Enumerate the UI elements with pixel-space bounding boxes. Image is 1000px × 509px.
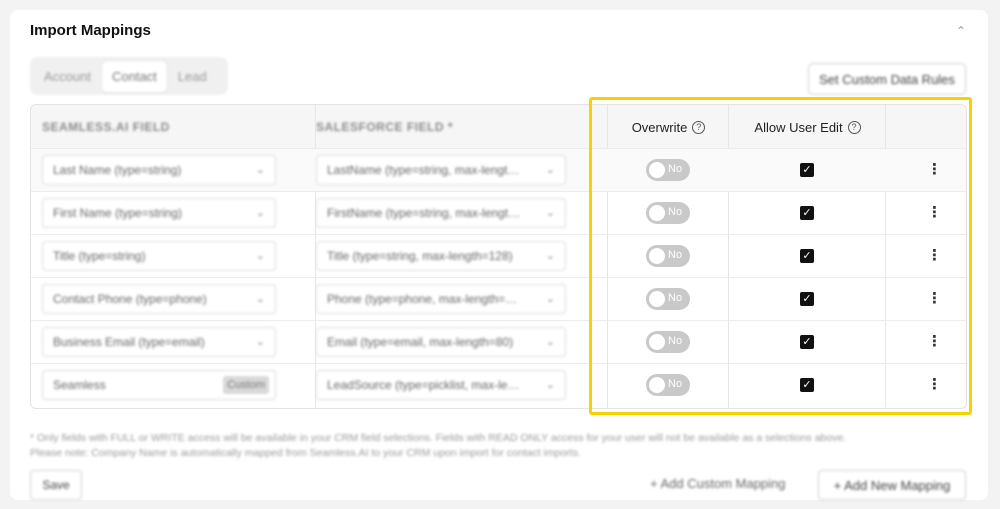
more-options-icon[interactable]: ⋮ — [927, 160, 942, 178]
chevron-down-icon: ⌄ — [545, 379, 555, 391]
chevron-down-icon: ⌄ — [545, 164, 555, 176]
salesforce-field-select[interactable]: Phone (type=phone, max-length=… ⌄ — [316, 284, 566, 314]
help-icon[interactable]: ? — [847, 120, 861, 134]
salesforce-field-select[interactable]: FirstName (type=string, max-lengt… ⌄ — [316, 198, 566, 228]
chevron-down-icon: ⌄ — [545, 250, 555, 262]
allow-edit-checkbox[interactable]: ✓ — [800, 335, 814, 349]
custom-tag: Custom — [223, 376, 269, 394]
seamless-field-select[interactable]: Contact Phone (type=phone) ⌄ — [42, 284, 276, 314]
footnote-line-1: * Only fields with FULL or WRITE access … — [30, 432, 847, 444]
overwrite-toggle[interactable]: No — [646, 245, 690, 267]
more-options-icon[interactable]: ⋮ — [927, 375, 942, 393]
table-header: SEAMLESS.AI FIELD SALESFORCE FIELD * Ove… — [31, 105, 966, 149]
import-mappings-card: Import Mappings ⌃ Account Contact Lead S… — [10, 10, 988, 500]
overwrite-toggle[interactable]: No — [646, 202, 690, 224]
add-new-mapping-button[interactable]: + Add New Mapping — [818, 470, 966, 500]
seamless-custom-field-input[interactable]: Seamless Custom — [42, 370, 276, 400]
chevron-down-icon: ⌄ — [255, 293, 265, 305]
allow-edit-checkbox[interactable]: ✓ — [800, 206, 814, 220]
salesforce-field-select[interactable]: Email (type=email, max-length=80) ⌄ — [316, 327, 566, 357]
more-options-icon[interactable]: ⋮ — [927, 289, 942, 307]
header-salesforce-field: SALESFORCE FIELD * — [316, 120, 454, 134]
overwrite-toggle[interactable]: No — [646, 374, 690, 396]
chevron-down-icon: ⌄ — [255, 207, 265, 219]
salesforce-field-select[interactable]: LeadSource (type=picklist, max-le… ⌄ — [316, 370, 566, 400]
add-custom-mapping-button[interactable]: + Add Custom Mapping — [650, 476, 786, 491]
chevron-down-icon: ⌄ — [545, 207, 555, 219]
object-tabs: Account Contact Lead — [30, 57, 228, 95]
overwrite-toggle[interactable]: No — [646, 159, 690, 181]
more-options-icon[interactable]: ⋮ — [927, 203, 942, 221]
more-options-icon[interactable]: ⋮ — [927, 246, 942, 264]
table-row: Seamless Custom LeadSource (type=picklis… — [31, 364, 966, 407]
table-row: Business Email (type=email) ⌄ Email (type… — [31, 321, 966, 364]
footnote: * Only fields with FULL or WRITE access … — [30, 431, 846, 461]
salesforce-field-select[interactable]: Title (type=string, max-length=128) ⌄ — [316, 241, 566, 271]
set-custom-data-rules-button[interactable]: Set Custom Data Rules — [808, 63, 966, 95]
chevron-up-icon[interactable]: ⌃ — [956, 24, 966, 38]
seamless-field-select[interactable]: Last Name (type=string) ⌄ — [42, 155, 276, 185]
chevron-down-icon: ⌄ — [545, 336, 555, 348]
table-row: Last Name (type=string) ⌄ LastName (type=… — [31, 149, 966, 192]
footnote-line-2: Please note: Company Name is automatical… — [30, 447, 581, 459]
tab-contact[interactable]: Contact — [100, 59, 168, 93]
chevron-down-icon: ⌄ — [255, 250, 265, 262]
section-title: Import Mappings — [30, 22, 151, 39]
tab-account[interactable]: Account — [34, 61, 101, 92]
overwrite-toggle[interactable]: No — [646, 331, 690, 353]
table-row: First Name (type=string) ⌄ FirstName (typ… — [31, 192, 966, 235]
header-overwrite: Overwrite — [631, 119, 688, 135]
seamless-field-select[interactable]: Title (type=string) ⌄ — [42, 241, 276, 271]
allow-edit-checkbox[interactable]: ✓ — [800, 378, 814, 392]
chevron-down-icon: ⌄ — [545, 293, 555, 305]
overwrite-toggle[interactable]: No — [646, 288, 690, 310]
header-seamless-field: SEAMLESS.AI FIELD — [42, 120, 170, 134]
allow-edit-checkbox[interactable]: ✓ — [800, 163, 814, 177]
seamless-field-select[interactable]: Business Email (type=email) ⌄ — [42, 327, 276, 357]
chevron-down-icon: ⌄ — [255, 164, 265, 176]
save-button[interactable]: Save — [30, 470, 82, 500]
salesforce-field-select[interactable]: LastName (type=string, max-lengt… ⌄ — [316, 155, 566, 185]
tab-lead[interactable]: Lead — [168, 61, 217, 92]
header-allow-user-edit: Allow User Edit — [754, 119, 843, 135]
allow-edit-checkbox[interactable]: ✓ — [800, 292, 814, 306]
table-row: Title (type=string) ⌄ Title (type=string,… — [31, 235, 966, 278]
table-row: Contact Phone (type=phone) ⌄ Phone (type=… — [31, 278, 966, 321]
more-options-icon[interactable]: ⋮ — [927, 332, 942, 350]
mappings-table: SEAMLESS.AI FIELD SALESFORCE FIELD * Ove… — [30, 104, 967, 409]
help-icon[interactable]: ? — [692, 120, 706, 134]
seamless-field-select[interactable]: First Name (type=string) ⌄ — [42, 198, 276, 228]
chevron-down-icon: ⌄ — [255, 336, 265, 348]
allow-edit-checkbox[interactable]: ✓ — [800, 249, 814, 263]
